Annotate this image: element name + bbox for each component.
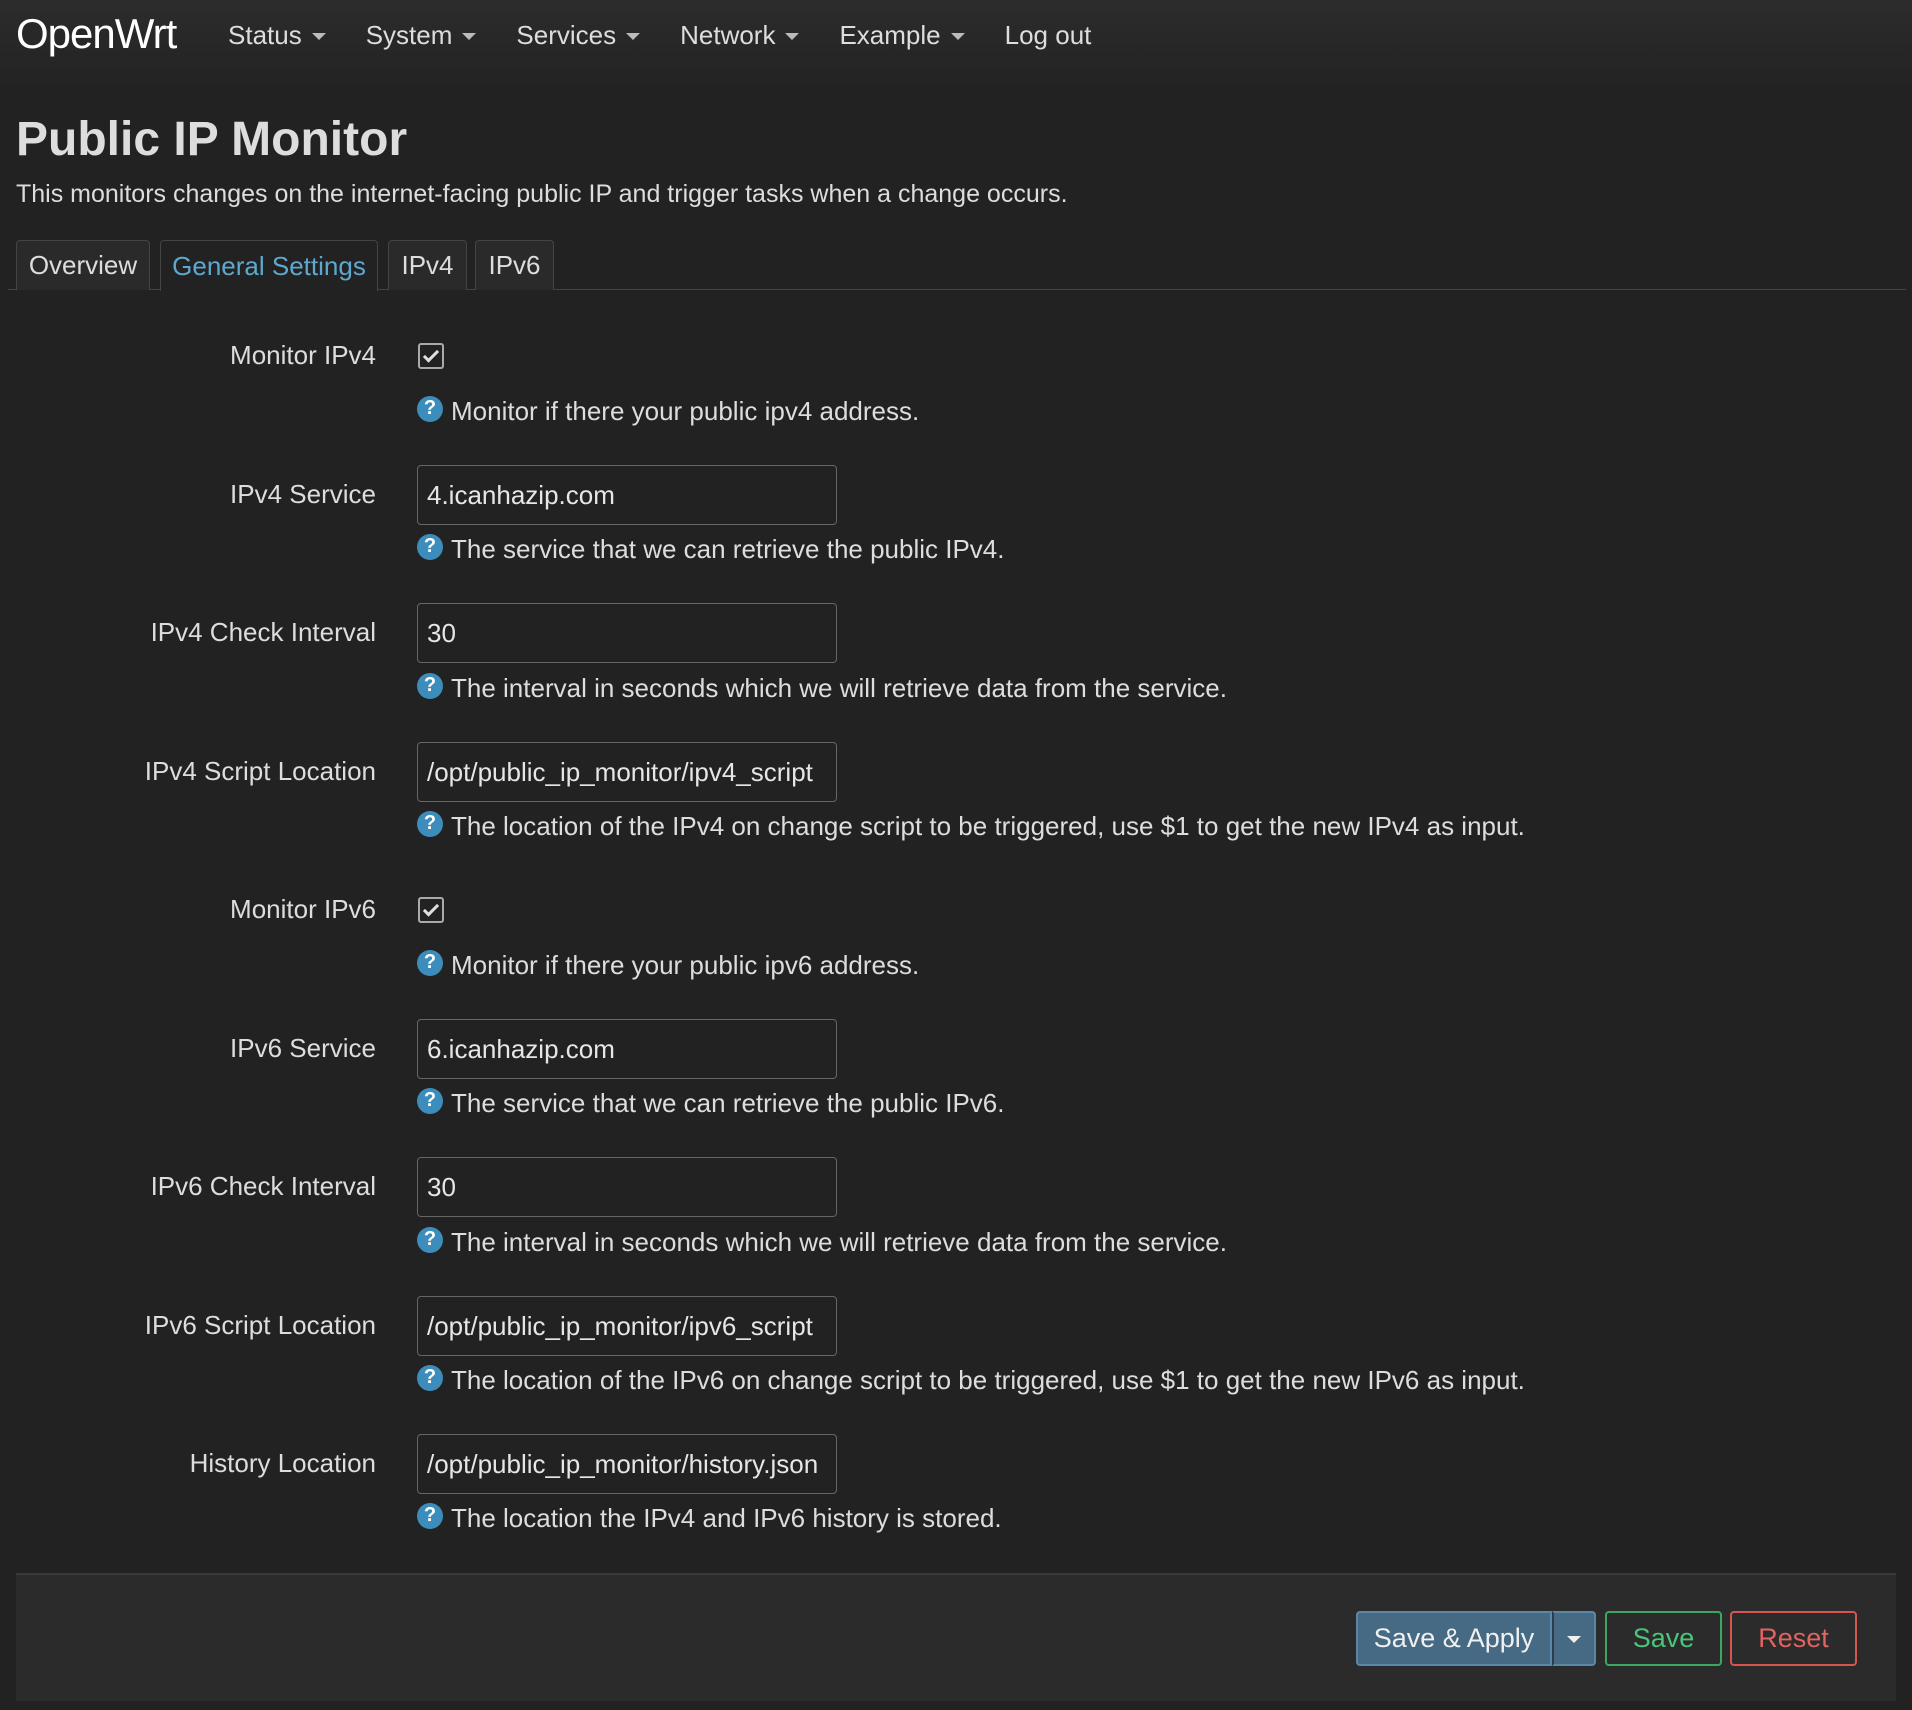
ipv6-service-input[interactable] [417, 1019, 837, 1079]
nav-logout[interactable]: Log out [1005, 20, 1092, 51]
top-navbar: OpenWrt Status System Services Network E… [0, 0, 1912, 85]
tab-bar: Overview General Settings IPv4 IPv6 [8, 240, 1906, 291]
ipv6-script-help-text: The location of the IPv6 on change scrip… [451, 1365, 1525, 1395]
tab-overview[interactable]: Overview [16, 240, 150, 290]
nav-example[interactable]: Example [839, 19, 965, 51]
nav-system[interactable]: System [366, 20, 477, 51]
checkmark-icon [422, 899, 440, 917]
ipv4-script-help: ? The location of the IPv4 on change scri… [417, 810, 1525, 842]
nav-logout-label: Log out [1004, 19, 1092, 50]
ipv6-interval-label: IPv6 Check Interval [150, 1171, 376, 1201]
ipv4-interval-input[interactable] [417, 603, 837, 663]
ipv4-service-help: ? The service that we can retrieve the pu… [417, 533, 1005, 565]
ipv4-service-label: IPv4 Service [230, 479, 376, 509]
form-actions: Save & Apply Save Reset [16, 1573, 1896, 1701]
nav-network[interactable]: Network [680, 19, 800, 51]
question-circle-icon: ? [417, 949, 443, 976]
ipv4-interval-help-text: The interval in seconds which we will re… [451, 673, 1227, 703]
tab-general-settings[interactable]: General Settings [160, 240, 378, 291]
question-circle-icon: ? [417, 395, 443, 422]
ipv4-service-input[interactable] [417, 465, 837, 525]
ipv6-script-help: ? The location of the IPv6 on change scri… [417, 1364, 1525, 1396]
ipv4-interval-help: ? The interval in seconds which we will r… [417, 672, 1227, 704]
monitor-ipv4-checkbox[interactable] [418, 343, 444, 369]
ipv6-service-help: ? The service that we can retrieve the pu… [417, 1087, 1005, 1119]
brand-logo[interactable]: OpenWrt [16, 10, 177, 58]
monitor-ipv4-help: ? Monitor if there your public ipv4 addre… [417, 395, 920, 427]
question-circle-icon: ? [417, 533, 443, 560]
chevron-down-icon [1567, 1636, 1581, 1643]
ipv4-script-label: IPv4 Script Location [144, 756, 376, 786]
nav-status-label: Status [228, 19, 302, 50]
question-circle-icon: ? [417, 810, 443, 837]
nav-services-label: Services [516, 19, 617, 50]
chevron-down-icon [311, 32, 326, 40]
ipv6-interval-help-text: The interval in seconds which we will re… [451, 1227, 1227, 1257]
ipv6-service-label: IPv6 Service [230, 1033, 376, 1063]
nav-system-label: System [365, 19, 453, 50]
ipv4-script-input[interactable] [417, 742, 837, 802]
ipv6-script-input[interactable] [417, 1296, 837, 1356]
monitor-ipv6-help: ? Monitor if there your public ipv6 addre… [417, 949, 920, 981]
question-circle-icon: ? [417, 1087, 443, 1114]
chevron-down-icon [462, 32, 477, 40]
nav-example-label: Example [839, 19, 941, 50]
monitor-ipv4-help-text: Monitor if there your public ipv4 addres… [451, 396, 920, 426]
ipv6-interval-input[interactable] [417, 1157, 837, 1217]
reset-button[interactable]: Reset [1730, 1611, 1857, 1666]
tab-ipv6[interactable]: IPv6 [475, 240, 554, 290]
question-circle-icon: ? [417, 1502, 443, 1529]
nav-network-label: Network [680, 19, 776, 50]
chevron-down-icon [785, 32, 800, 40]
ipv4-interval-label: IPv4 Check Interval [150, 617, 376, 647]
tab-ipv4[interactable]: IPv4 [388, 240, 467, 290]
question-circle-icon: ? [417, 672, 443, 699]
page-title: Public IP Monitor [16, 113, 408, 166]
nav-status[interactable]: Status [228, 20, 326, 51]
question-circle-icon: ? [417, 1364, 443, 1391]
nav-services[interactable]: Services [516, 19, 641, 51]
history-location-help: ? The location the IPv4 and IPv6 history … [417, 1502, 1002, 1534]
history-location-label: History Location [189, 1448, 376, 1478]
history-location-help-text: The location the IPv4 and IPv6 history i… [451, 1503, 1002, 1533]
page-description: This monitors changes on the internet-fa… [16, 180, 1068, 208]
monitor-ipv6-help-text: Monitor if there your public ipv6 addres… [451, 950, 920, 980]
main-nav: Status System Services Network Example L… [228, 0, 1131, 70]
history-location-input[interactable] [417, 1434, 837, 1494]
monitor-ipv6-label: Monitor IPv6 [230, 894, 376, 924]
chevron-down-icon [626, 32, 641, 40]
ipv4-script-help-text: The location of the IPv4 on change scrip… [451, 811, 1525, 841]
ipv4-service-help-text: The service that we can retrieve the pub… [451, 534, 1005, 564]
chevron-down-icon [950, 32, 965, 40]
save-apply-dropdown-button[interactable] [1552, 1611, 1596, 1666]
checkmark-icon [422, 345, 440, 363]
question-circle-icon: ? [417, 1226, 443, 1253]
ipv6-service-help-text: The service that we can retrieve the pub… [451, 1088, 1005, 1118]
ipv6-interval-help: ? The interval in seconds which we will r… [417, 1226, 1227, 1258]
monitor-ipv6-checkbox[interactable] [418, 897, 444, 923]
save-apply-button[interactable]: Save & Apply [1356, 1611, 1552, 1666]
save-button[interactable]: Save [1605, 1611, 1722, 1666]
ipv6-script-label: IPv6 Script Location [144, 1310, 376, 1340]
monitor-ipv4-label: Monitor IPv4 [230, 340, 376, 370]
